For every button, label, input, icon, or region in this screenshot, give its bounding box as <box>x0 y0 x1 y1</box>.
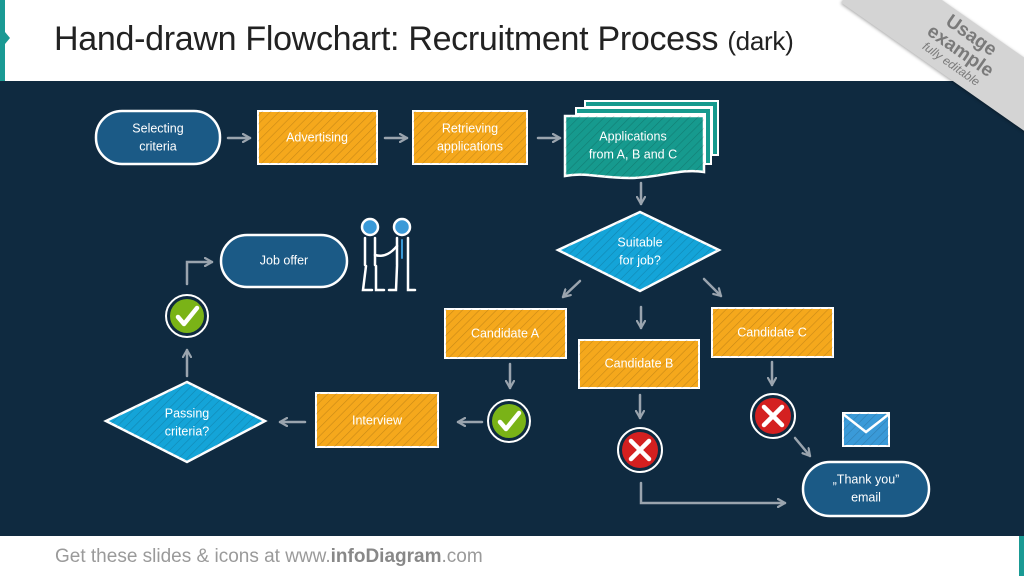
cross-icon <box>750 393 796 439</box>
suitable-line1: Suitable <box>617 235 662 249</box>
passing-line2: criteria? <box>165 424 210 438</box>
candidate-a-label: Candidate A <box>471 326 540 340</box>
applications-line2: from A, B and C <box>589 147 677 161</box>
selecting-line2: criteria <box>139 139 177 153</box>
arrow-check-joboffer <box>185 262 214 286</box>
handshake-icon <box>360 217 417 292</box>
node-thank-you-email[interactable]: „Thank you” email <box>801 460 931 518</box>
envelope-icon <box>842 412 890 447</box>
suitable-line2: for job? <box>619 253 661 267</box>
footer-text[interactable]: Get these slides & icons at www.infoDiag… <box>55 546 483 568</box>
node-passing-criteria[interactable]: Passing criteria? <box>103 380 268 464</box>
footer-accent <box>1019 536 1024 576</box>
node-advertising[interactable]: Advertising <box>257 110 378 165</box>
node-applications[interactable]: Applications from A, B and C <box>563 100 719 180</box>
arrow-suitable-c <box>702 277 723 298</box>
candidate-c-label: Candidate C <box>737 325 807 339</box>
node-candidate-b[interactable]: Candidate B <box>578 339 700 389</box>
footer-prefix: Get these slides & icons at www. <box>55 546 331 567</box>
check-icon <box>487 399 531 443</box>
footer-brand: infoDiagram <box>330 546 442 567</box>
node-job-offer[interactable]: Job offer <box>219 233 349 289</box>
retrieving-line1: Retrieving <box>442 121 498 135</box>
arrow-suitable-a <box>561 279 582 299</box>
applications-line1: Applications <box>599 129 666 143</box>
arrow-crossb-thankyou <box>639 481 787 503</box>
node-candidate-c[interactable]: Candidate C <box>711 307 834 358</box>
node-candidate-a[interactable]: Candidate A <box>444 308 567 359</box>
node-suitable-for-job[interactable]: Suitable for job? <box>555 210 722 293</box>
cross-icon <box>617 427 663 473</box>
retrieving-line2: applications <box>437 139 503 153</box>
node-interview[interactable]: Interview <box>315 392 439 448</box>
flowchart: Selecting criteria Advertising Retrievin… <box>94 100 931 518</box>
job-offer-label: Job offer <box>260 253 308 267</box>
candidate-b-label: Candidate B <box>605 356 674 370</box>
thank-you-line2: email <box>851 490 881 504</box>
thank-you-line1: „Thank you” <box>833 472 900 486</box>
arrow-cross-thankyou <box>793 436 812 458</box>
advertising-label: Advertising <box>286 130 348 144</box>
node-selecting-criteria[interactable]: Selecting criteria <box>94 109 222 166</box>
interview-label: Interview <box>352 413 403 427</box>
check-icon <box>165 294 209 338</box>
selecting-line1: Selecting <box>132 121 183 135</box>
footer: Get these slides & icons at www.infoDiag… <box>0 536 1024 576</box>
node-retrieving-applications[interactable]: Retrieving applications <box>412 110 528 165</box>
passing-line1: Passing <box>165 406 210 420</box>
footer-suffix: .com <box>441 546 483 567</box>
